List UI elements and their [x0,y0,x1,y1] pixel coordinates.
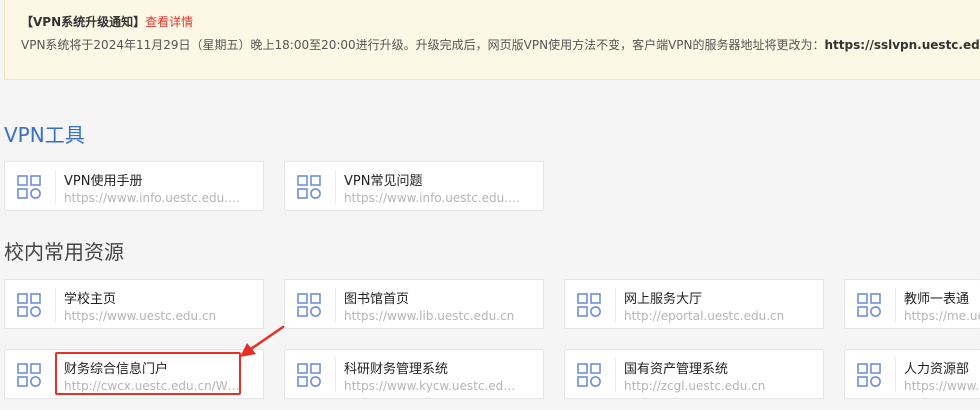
card-name: VPN使用手册 [64,174,143,189]
card-url: https://www.hr.uestc.edu.cn [904,379,980,393]
card-divider [335,288,336,322]
upgrade-notice: 【VPN系统升级通知】查看详情 VPN系统将于2024年11月29日（星期五）晚… [4,0,980,80]
apps-grid-icon [297,175,321,199]
card-human-resources[interactable]: 人力资源部 https://www.hr.uestc.edu.cn [844,349,980,399]
section-title-campus-resources: 校内常用资源 [4,240,124,264]
card-library[interactable]: 图书馆首页 https://www.lib.uestc.edu.cn [284,279,544,329]
notice-server-address: https://sslvpn.uestc.edu.cn [824,38,980,52]
apps-grid-icon [577,293,601,317]
apps-grid-icon [17,363,41,387]
card-divider [615,288,616,322]
card-name: 图书馆首页 [344,292,410,307]
card-url: https://www.info.uestc.edu.cn [344,191,522,205]
card-finance-portal[interactable]: 财务综合信息门户 http://cwcx.uestc.edu.cn/WF... [4,349,264,399]
apps-grid-icon [297,363,321,387]
card-divider [335,170,336,204]
card-divider [895,358,896,392]
notice-body: VPN系统将于2024年11月29日（星期五）晚上18:00至20:00进行升级… [21,36,980,53]
card-asset-management[interactable]: 国有资产管理系统 http://zcgl.uestc.edu.cn [564,349,824,399]
card-divider [55,288,56,322]
card-name: 网上服务大厅 [624,292,703,307]
notice-body-text: VPN系统将于2024年11月29日（星期五）晚上18:00至20:00进行升级… [21,38,825,52]
card-url: https://www.info.uestc.edu.cn [64,191,242,205]
card-name: 教师一表通 [904,292,970,307]
card-url: https://me.uestc.edu.cn [904,309,980,323]
notice-detail-link[interactable]: 查看详情 [145,15,193,29]
card-school-homepage[interactable]: 学校主页 https://www.uestc.edu.cn [4,279,264,329]
card-name: 国有资产管理系统 [624,362,729,377]
card-vpn-faq[interactable]: VPN常见问题 https://www.info.uestc.edu.cn [284,161,544,211]
card-research-finance[interactable]: 科研财务管理系统 https://www.kycw.uestc.edu.cn [284,349,544,399]
apps-grid-icon [17,175,41,199]
card-online-service-hall[interactable]: 网上服务大厅 http://eportal.uestc.edu.cn [564,279,824,329]
apps-grid-icon [297,293,321,317]
apps-grid-icon [17,293,41,317]
card-name: 财务综合信息门户 [64,362,169,377]
card-divider [615,358,616,392]
card-divider [335,358,336,392]
card-url: http://eportal.uestc.edu.cn [624,309,785,323]
apps-grid-icon [857,293,881,317]
card-divider [55,358,56,392]
card-divider [895,288,896,322]
notice-title: 【VPN系统升级通知】查看详情 [21,13,193,30]
card-name: 人力资源部 [904,362,970,377]
section-title-vpn-tools: VPN工具 [4,123,85,147]
notice-title-text: 【VPN系统升级通知】 [21,15,146,29]
card-name: VPN常见问题 [344,174,423,189]
card-divider [55,170,56,204]
card-url: http://cwcx.uestc.edu.cn/WF... [64,379,242,393]
card-url: https://www.kycw.uestc.edu.cn [344,379,522,393]
card-url: http://zcgl.uestc.edu.cn [624,379,766,393]
card-url: https://www.uestc.edu.cn [64,309,217,323]
card-url: https://www.lib.uestc.edu.cn [344,309,515,323]
card-teacher-form[interactable]: 教师一表通 https://me.uestc.edu.cn [844,279,980,329]
card-name: 科研财务管理系统 [344,362,449,377]
card-vpn-manual[interactable]: VPN使用手册 https://www.info.uestc.edu.cn [4,161,264,211]
card-name: 学校主页 [64,292,117,307]
apps-grid-icon [577,363,601,387]
apps-grid-icon [857,363,881,387]
